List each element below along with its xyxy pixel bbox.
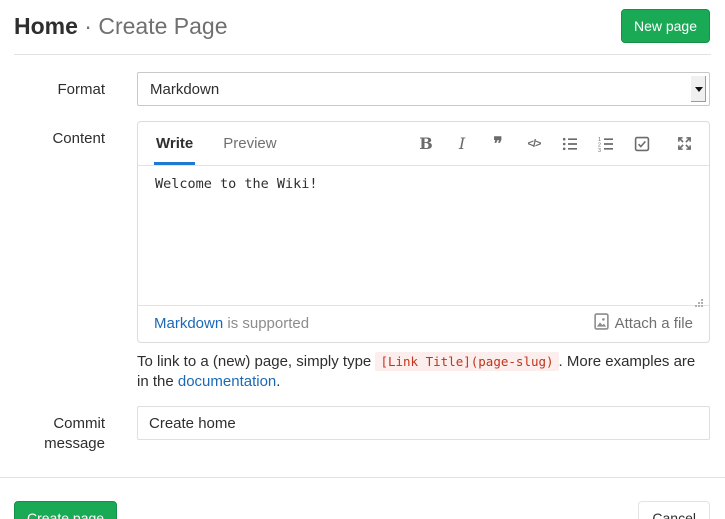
attach-file-icon <box>594 313 609 334</box>
editor-footer: Markdown is supported Attach a file <box>138 306 709 342</box>
format-select[interactable]: Markdown <box>137 72 710 106</box>
tab-preview[interactable]: Preview <box>221 122 278 165</box>
format-label: Format <box>0 72 105 106</box>
cancel-button[interactable]: Cancel <box>638 501 710 519</box>
svg-text:3: 3 <box>598 147 601 151</box>
content-textarea[interactable]: Welcome to the Wiki! <box>138 166 709 305</box>
task-list-icon[interactable] <box>633 134 651 154</box>
commit-message-label: Commit message <box>0 406 105 454</box>
page-title: Home · Create Page <box>14 13 228 40</box>
page-header: Home · Create Page New page <box>0 0 725 54</box>
ordered-list-icon[interactable]: 1 2 3 <box>597 134 615 154</box>
attach-file-button[interactable]: Attach a file <box>594 313 693 334</box>
code-icon[interactable]: </> <box>525 134 543 154</box>
format-row: Format Markdown <box>0 72 725 106</box>
documentation-link[interactable]: documentation <box>178 373 276 390</box>
markdown-help-link[interactable]: Markdown <box>154 315 223 332</box>
page-title-primary: Home <box>14 13 78 39</box>
content-row: Content Write Preview B I ❞ </> <box>0 121 725 343</box>
create-page-button[interactable]: Create page <box>14 501 117 519</box>
link-syntax-code: [Link Title](page-slug) <box>375 352 558 371</box>
page-title-secondary: Create Page <box>98 13 227 39</box>
resize-grip-icon[interactable] <box>695 299 697 301</box>
content-label: Content <box>0 121 105 343</box>
help-text-before: To link to a (new) page, simply type <box>137 353 375 370</box>
editor-toolbar: Write Preview B I ❞ </> <box>138 122 709 166</box>
quote-icon[interactable]: ❞ <box>489 134 507 154</box>
editor-body: Welcome to the Wiki! <box>138 166 709 306</box>
commit-row: Commit message <box>0 406 725 454</box>
tab-write[interactable]: Write <box>154 122 195 165</box>
select-dropdown-arrow-icon[interactable] <box>691 76 706 102</box>
page-title-separator: · <box>84 13 92 39</box>
bold-icon[interactable]: B <box>417 134 435 154</box>
format-select-value: Markdown <box>150 81 219 98</box>
toolbar-icons: B I ❞ </> 1 <box>417 122 693 165</box>
help-text-period: . <box>276 373 280 390</box>
link-help-text: To link to a (new) page, simply type [Li… <box>137 352 710 392</box>
markdown-supported-note: Markdown is supported <box>154 315 309 332</box>
attach-file-label: Attach a file <box>615 315 693 332</box>
supported-text: is supported <box>223 315 309 332</box>
header-divider <box>14 54 711 55</box>
commit-message-input[interactable] <box>137 406 710 440</box>
italic-icon[interactable]: I <box>453 134 471 154</box>
fullscreen-icon[interactable] <box>675 134 693 154</box>
new-page-button[interactable]: New page <box>621 9 710 43</box>
form-footer: Create page Cancel <box>0 477 725 519</box>
markdown-editor: Write Preview B I ❞ </> <box>137 121 710 343</box>
unordered-list-icon[interactable] <box>561 134 579 154</box>
